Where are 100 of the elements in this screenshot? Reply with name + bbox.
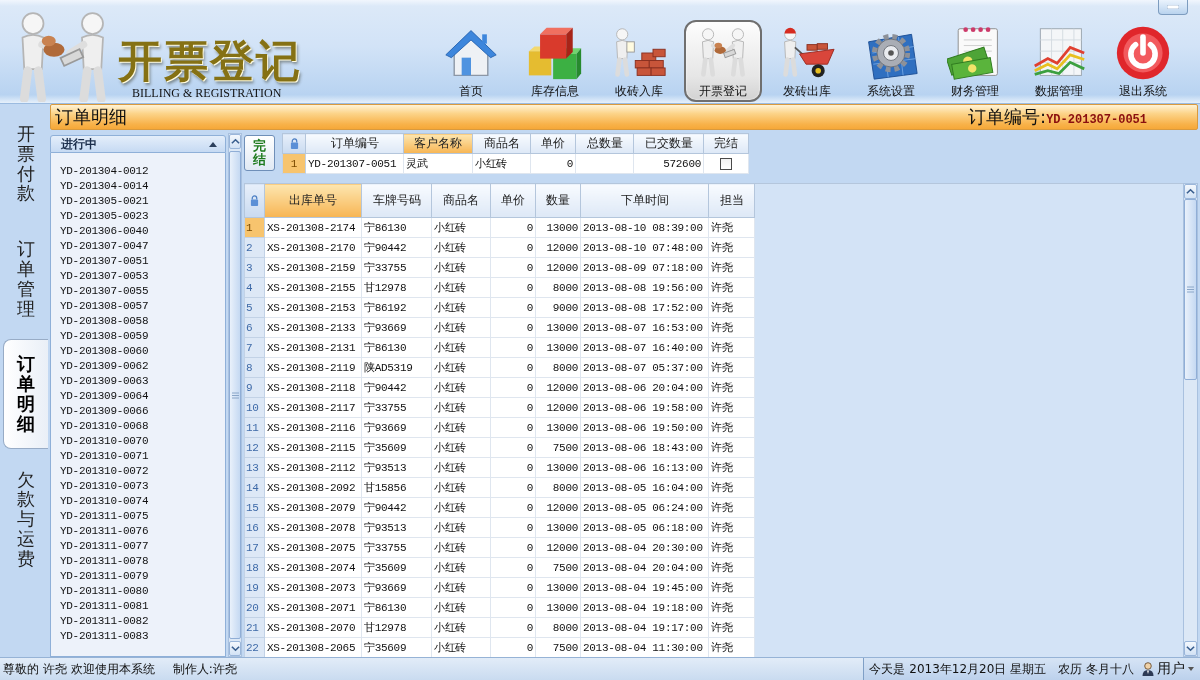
row-header[interactable]: 5 [244,297,265,318]
column-header[interactable]: 单价 [490,183,536,218]
row-header[interactable]: 3 [244,257,265,278]
row-header[interactable]: 12 [244,437,265,458]
order-list-item[interactable]: YD-201311-0079 [60,569,156,584]
order-list-item[interactable]: YD-201307-0051 [60,254,156,269]
order-list-item[interactable]: YD-201310-0073 [60,479,156,494]
column-header[interactable]: 商品名 [472,133,531,154]
order-list-item[interactable]: YD-201308-0060 [60,344,156,359]
row-header[interactable]: 19 [244,577,265,598]
nav-button[interactable]: 财务管理 [936,20,1014,102]
order-list-item[interactable]: YD-201311-0076 [60,524,156,539]
row-header[interactable]: 15 [244,497,265,518]
order-list-item[interactable]: YD-201308-0058 [60,314,156,329]
column-header[interactable]: 商品名 [431,183,491,218]
group-header[interactable]: 进行中 [50,135,226,153]
nav-button[interactable]: 退出系统 [1104,20,1182,102]
nav-button[interactable]: 数据管理 [1020,20,1098,102]
scrollbar[interactable] [1183,183,1198,657]
order-list-item[interactable]: YD-201304-0012 [60,164,156,179]
row-header[interactable]: 18 [244,557,265,578]
row-header[interactable]: 1 [282,153,306,174]
row-header[interactable]: 17 [244,537,265,558]
row-header[interactable]: 11 [244,417,265,438]
side-tab[interactable]: 订单明细 [3,339,48,449]
row-header[interactable]: 10 [244,397,265,418]
nav-button[interactable]: 发砖出库 [768,20,846,102]
complete-button[interactable]: 完结 [244,135,275,171]
minimize-button[interactable] [1158,0,1188,15]
order-list-item[interactable]: YD-201307-0047 [60,239,156,254]
scrollbar-thumb[interactable] [229,151,241,639]
order-list-item[interactable]: YD-201311-0081 [60,599,156,614]
order-list-item[interactable]: YD-201308-0059 [60,329,156,344]
order-list-item[interactable]: YD-201305-0021 [60,194,156,209]
order-list-item[interactable]: YD-201309-0063 [60,374,156,389]
nav-button[interactable]: 首页 [432,20,510,102]
nav-button[interactable]: 系统设置 [852,20,930,102]
order-list-item[interactable]: YD-201310-0072 [60,464,156,479]
scroll-down-button[interactable] [1184,641,1197,656]
order-list-item[interactable]: YD-201311-0075 [60,509,156,524]
nav-button[interactable]: 开票登记 [684,20,762,102]
column-header[interactable]: 担当 [708,183,755,218]
order-list-item[interactable]: YD-201309-0062 [60,359,156,374]
order-list-item[interactable]: YD-201309-0064 [60,389,156,404]
side-tab[interactable]: 订单管理 [3,224,48,334]
scroll-up-button[interactable] [229,134,241,149]
row-header[interactable]: 14 [244,477,265,498]
column-header[interactable]: 车牌号码 [361,183,432,218]
order-list-item[interactable]: YD-201309-0066 [60,404,156,419]
order-number-label: 订单编号: [968,106,1047,128]
row-header[interactable]: 21 [244,617,265,638]
order-list-item[interactable]: YD-201311-0083 [60,629,156,644]
row-header[interactable]: 2 [244,237,265,258]
order-list-item[interactable]: YD-201310-0070 [60,434,156,449]
scrollbar[interactable] [228,133,242,657]
row-header[interactable]: 6 [244,317,265,338]
column-header[interactable]: 总数量 [575,133,634,154]
lunar-date-text: 农历 冬月十八 [1058,660,1134,678]
column-header[interactable]: 数量 [535,183,581,218]
column-header[interactable]: 客户名称 [403,133,473,154]
row-header[interactable]: 7 [244,337,265,358]
order-list-item[interactable]: YD-201306-0040 [60,224,156,239]
order-list-item[interactable]: YD-201310-0071 [60,449,156,464]
order-list-item[interactable]: YD-201311-0082 [60,614,156,629]
order-list-item[interactable]: YD-201305-0023 [60,209,156,224]
nav-button[interactable]: 库存信息 [516,20,594,102]
user-menu-button[interactable]: 用户 [1142,660,1194,678]
side-tab[interactable]: 欠款与运费 [3,454,48,584]
order-number: YD-201307-0051 [1046,113,1147,127]
nav-button[interactable]: 收砖入库 [600,20,678,102]
order-list-item[interactable]: YD-201310-0068 [60,419,156,434]
row-header[interactable]: 16 [244,517,265,538]
row-header[interactable]: 13 [244,457,265,478]
order-list-item[interactable]: YD-201304-0014 [60,179,156,194]
row-header[interactable]: 8 [244,357,265,378]
row-header[interactable]: 22 [244,637,265,658]
order-list-item[interactable]: YD-201310-0074 [60,494,156,509]
checkbox[interactable] [720,157,732,170]
column-header[interactable]: 出库单号 [264,183,362,218]
scroll-up-button[interactable] [1184,184,1197,199]
column-header[interactable]: 已交数量 [633,133,704,154]
order-list-item[interactable]: YD-201308-0057 [60,299,156,314]
column-header[interactable]: 单价 [530,133,576,154]
caret-up-icon [209,141,217,147]
order-list-item[interactable]: YD-201311-0078 [60,554,156,569]
row-header[interactable]: 1 [244,217,265,238]
order-list-item[interactable]: YD-201311-0080 [60,584,156,599]
order-list-item[interactable]: YD-201311-0077 [60,539,156,554]
row-header[interactable]: 9 [244,377,265,398]
scrollbar-thumb[interactable] [1184,199,1197,380]
order-list-item[interactable]: YD-201307-0055 [60,284,156,299]
column-header[interactable]: 下单时间 [580,183,709,218]
row-header[interactable]: 4 [244,277,265,298]
row-header[interactable]: 20 [244,597,265,618]
order-list-item[interactable]: YD-201307-0053 [60,269,156,284]
scroll-down-button[interactable] [229,641,241,656]
side-tab[interactable]: 开票付款 [3,109,48,219]
column-header[interactable]: 订单编号 [305,133,404,154]
author-text: 制作人:许尧 [172,660,237,678]
column-header[interactable]: 完结 [703,133,749,154]
